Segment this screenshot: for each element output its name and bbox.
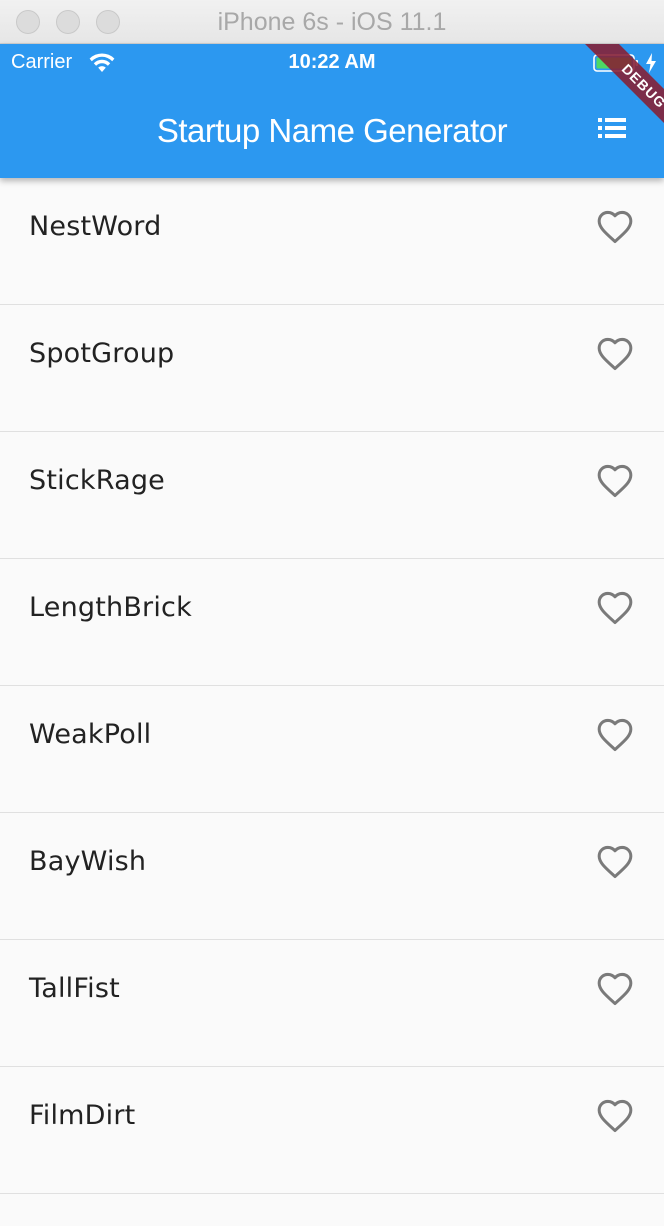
list-item[interactable]: BayWish: [0, 813, 664, 940]
list-item[interactable]: WeakPoll: [0, 686, 664, 813]
app-bar: Carrier 10:22 AM Startup Name Generator: [0, 44, 664, 178]
list-item-label: FilmDirt: [29, 1100, 136, 1131]
list-item-label: TallFist: [29, 973, 120, 1004]
heart-outline-icon[interactable]: [596, 590, 634, 626]
heart-outline-icon[interactable]: [596, 844, 634, 880]
list-item-label: SpotGroup: [29, 338, 175, 369]
list-item[interactable]: SpotGroup: [0, 305, 664, 432]
list-item-label: StickRage: [29, 465, 165, 496]
window-title: iPhone 6s - iOS 11.1: [217, 8, 447, 36]
heart-outline-icon[interactable]: [596, 717, 634, 753]
list-item[interactable]: TallFist: [0, 940, 664, 1067]
heart-outline-icon[interactable]: [596, 1098, 634, 1134]
heart-outline-icon[interactable]: [596, 971, 634, 1007]
list-item[interactable]: StickRage: [0, 432, 664, 559]
list-item-label: WeakPoll: [29, 719, 152, 750]
list-item[interactable]: LengthBrick: [0, 559, 664, 686]
list-item[interactable]: NestWord: [0, 178, 664, 305]
list-item-label: LengthBrick: [29, 592, 192, 623]
heart-outline-icon[interactable]: [596, 209, 634, 245]
heart-outline-icon[interactable]: [596, 463, 634, 499]
simulator-window: iPhone 6s - iOS 11.1 Carrier 10:22 AM St…: [0, 0, 664, 1226]
list-item-label: BayWish: [29, 846, 147, 877]
heart-outline-icon[interactable]: [596, 336, 634, 372]
list-item[interactable]: FilmDirt: [0, 1067, 664, 1194]
debug-banner-label: DEBUG: [571, 44, 664, 159]
debug-banner: DEBUG: [534, 44, 664, 174]
window-title-bar: iPhone 6s - iOS 11.1: [0, 0, 664, 44]
list-item-label: NestWord: [29, 211, 162, 242]
name-list: NestWord SpotGroup StickRage LengthBrick…: [0, 178, 664, 1194]
